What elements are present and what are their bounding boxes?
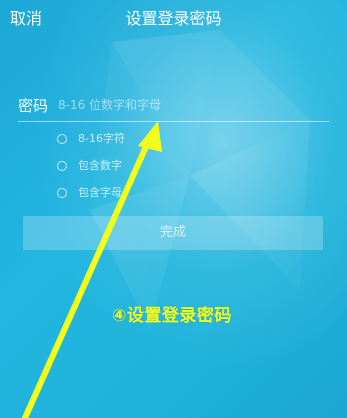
password-underline: [18, 121, 329, 122]
page-title: 设置登录密码: [125, 9, 222, 28]
password-field-row: 密码: [18, 91, 329, 122]
header: 取消 设置登录密码: [0, 0, 347, 38]
rule-length: 8-16字符: [57, 130, 217, 148]
rule-label: 包含字母: [78, 186, 122, 199]
annotation-text: ④设置登录密码: [112, 306, 232, 326]
circle-outline-icon: [57, 134, 67, 144]
password-setup-screen: 取消 设置登录密码 密码 8-16字符 包含数字 包含字母 完成 ④设置登录密码: [0, 0, 347, 418]
circle-outline-icon: [57, 161, 67, 171]
circle-outline-icon: [57, 188, 67, 198]
password-label: 密码: [18, 97, 49, 115]
rule-label: 包含数字: [78, 159, 122, 172]
rule-label: 8-16字符: [78, 132, 125, 145]
rule-letter: 包含字母: [57, 184, 217, 202]
cancel-button[interactable]: 取消: [10, 9, 42, 29]
done-button[interactable]: 完成: [23, 216, 323, 250]
rule-digit: 包含数字: [57, 157, 217, 175]
password-rules: 8-16字符 包含数字 包含字母: [57, 130, 217, 211]
password-input[interactable]: [58, 93, 326, 117]
